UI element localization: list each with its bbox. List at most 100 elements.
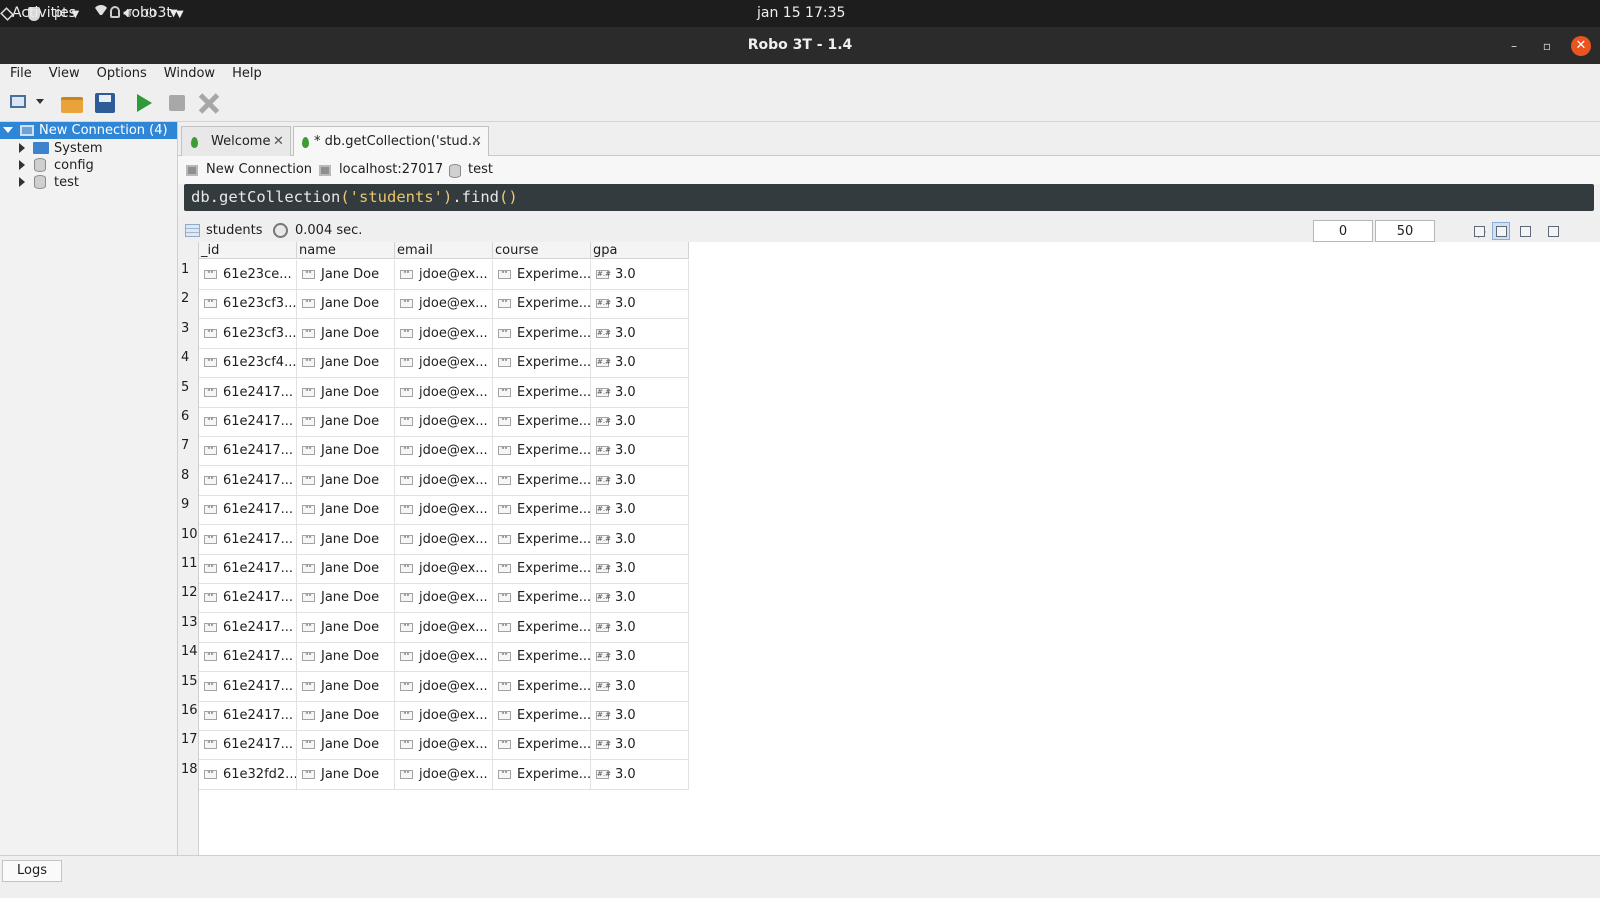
row-number[interactable]: 13 [178,614,199,631]
open-button[interactable] [60,91,84,115]
table-cell[interactable]: #.# 3.0 [591,466,689,496]
chevron-down-icon[interactable] [36,99,44,104]
row-number[interactable]: 7 [178,437,199,454]
table-cell[interactable]: "" jdoe@ex... [395,436,493,466]
table-cell[interactable]: "" jdoe@ex... [395,348,493,378]
activities-button[interactable]: Activities [12,0,76,27]
clock[interactable]: jan 15 17:35 [757,0,845,27]
table-cell[interactable]: #.# 3.0 [591,260,689,290]
table-cell[interactable]: #.# 3.0 [591,407,689,437]
table-cell[interactable]: #.# 3.0 [591,319,689,349]
row-number[interactable]: 16 [178,702,199,719]
table-cell[interactable]: #.# 3.0 [591,554,689,584]
row-number[interactable]: 3 [178,320,199,337]
table-cell[interactable]: #.# 3.0 [591,436,689,466]
app-menu[interactable]: robo3t ▼ [110,0,184,27]
table-cell[interactable]: "" 61e2417... [199,436,297,466]
table-cell[interactable]: "" Jane Doe [297,760,395,790]
menu-view[interactable]: View [39,64,87,84]
table-cell[interactable]: "" 61e23cf3... [199,319,297,349]
table-cell[interactable]: "" Jane Doe [297,554,395,584]
table-cell[interactable]: "" Jane Doe [297,466,395,496]
table-cell[interactable]: #.# 3.0 [591,672,689,702]
table-cell[interactable]: "" jdoe@ex... [395,554,493,584]
row-number[interactable]: 1 [178,261,199,278]
table-cell[interactable]: "" Jane Doe [297,613,395,643]
table-cell[interactable]: "" 61e2417... [199,672,297,702]
table-cell[interactable]: "" jdoe@ex... [395,407,493,437]
table-cell[interactable]: "" Experime... [493,554,591,584]
query-editor[interactable]: db.getCollection('students').find() [184,184,1594,211]
tree-item-connection[interactable]: New Connection (4) [0,122,177,139]
table-cell[interactable]: "" 61e2417... [199,554,297,584]
row-number[interactable]: 9 [178,496,199,513]
table-cell[interactable]: "" Experime... [493,348,591,378]
column-header[interactable]: email [395,242,493,259]
table-cell[interactable]: "" Jane Doe [297,407,395,437]
table-cell[interactable]: "" 61e2417... [199,525,297,555]
table-cell[interactable]: "" jdoe@ex... [395,378,493,408]
table-cell[interactable]: "" 61e2417... [199,583,297,613]
column-header[interactable]: _id [199,242,297,259]
table-cell[interactable]: #.# 3.0 [591,525,689,555]
table-cell[interactable]: "" jdoe@ex... [395,583,493,613]
page-start-input[interactable] [1313,220,1373,242]
table-cell[interactable]: "" Jane Doe [297,730,395,760]
save-button[interactable] [93,91,117,115]
row-number[interactable]: 11 [178,555,199,572]
expand-arrow-icon[interactable] [19,177,25,187]
table-cell[interactable]: "" 61e2417... [199,378,297,408]
table-cell[interactable]: "" Experime... [493,407,591,437]
table-cell[interactable]: #.# 3.0 [591,378,689,408]
table-cell[interactable]: #.# 3.0 [591,642,689,672]
menu-options[interactable]: Options [87,64,154,84]
text-view-button[interactable] [1516,222,1534,240]
table-cell[interactable]: "" 61e2417... [199,642,297,672]
tree-item-config[interactable]: config [0,157,177,174]
table-cell[interactable]: "" 61e23cf3... [199,289,297,319]
table-cell[interactable]: "" Experime... [493,525,591,555]
page-size-input[interactable] [1375,220,1435,242]
table-cell[interactable]: "" Experime... [493,672,591,702]
table-cell[interactable]: "" Experime... [493,642,591,672]
table-cell[interactable]: "" 61e2417... [199,730,297,760]
wifi-icon[interactable] [93,5,110,22]
table-cell[interactable]: "" Experime... [493,378,591,408]
tree-item-test[interactable]: test [0,174,177,191]
table-cell[interactable]: "" Experime... [493,289,591,319]
table-view-button[interactable] [1492,222,1510,240]
table-cell[interactable]: "" Jane Doe [297,436,395,466]
tools-button[interactable] [196,91,220,115]
table-cell[interactable]: #.# 3.0 [591,730,689,760]
table-cell[interactable]: "" Jane Doe [297,348,395,378]
table-cell[interactable]: "" jdoe@ex... [395,466,493,496]
table-cell[interactable]: "" Experime... [493,760,591,790]
table-cell[interactable]: #.# 3.0 [591,289,689,319]
column-header[interactable]: course [493,242,591,259]
table-cell[interactable]: "" 61e32fd2... [199,760,297,790]
table-cell[interactable]: "" 61e2417... [199,466,297,496]
connect-button[interactable] [8,91,32,115]
table-cell[interactable]: "" 61e2417... [199,701,297,731]
table-cell[interactable]: "" jdoe@ex... [395,613,493,643]
table-cell[interactable]: #.# 3.0 [591,348,689,378]
tree-view-button[interactable] [1470,222,1488,240]
column-header[interactable]: gpa [591,242,689,259]
expand-arrow-icon[interactable] [19,160,25,170]
maximize-results-button[interactable] [1544,222,1562,240]
expand-arrow-icon[interactable] [3,127,13,133]
table-cell[interactable]: "" Experime... [493,436,591,466]
table-cell[interactable]: "" jdoe@ex... [395,319,493,349]
table-cell[interactable]: "" 61e23cf4... [199,348,297,378]
column-header[interactable]: name [297,242,395,259]
row-number[interactable]: 5 [178,379,199,396]
table-cell[interactable]: #.# 3.0 [591,760,689,790]
table-cell[interactable]: #.# 3.0 [591,613,689,643]
table-cell[interactable]: "" jdoe@ex... [395,760,493,790]
table-cell[interactable]: "" Experime... [493,583,591,613]
row-number[interactable]: 12 [178,584,199,601]
table-cell[interactable]: "" 61e2417... [199,495,297,525]
minimize-button[interactable]: – [1504,36,1524,56]
row-number[interactable]: 15 [178,673,199,690]
table-cell[interactable]: #.# 3.0 [591,701,689,731]
